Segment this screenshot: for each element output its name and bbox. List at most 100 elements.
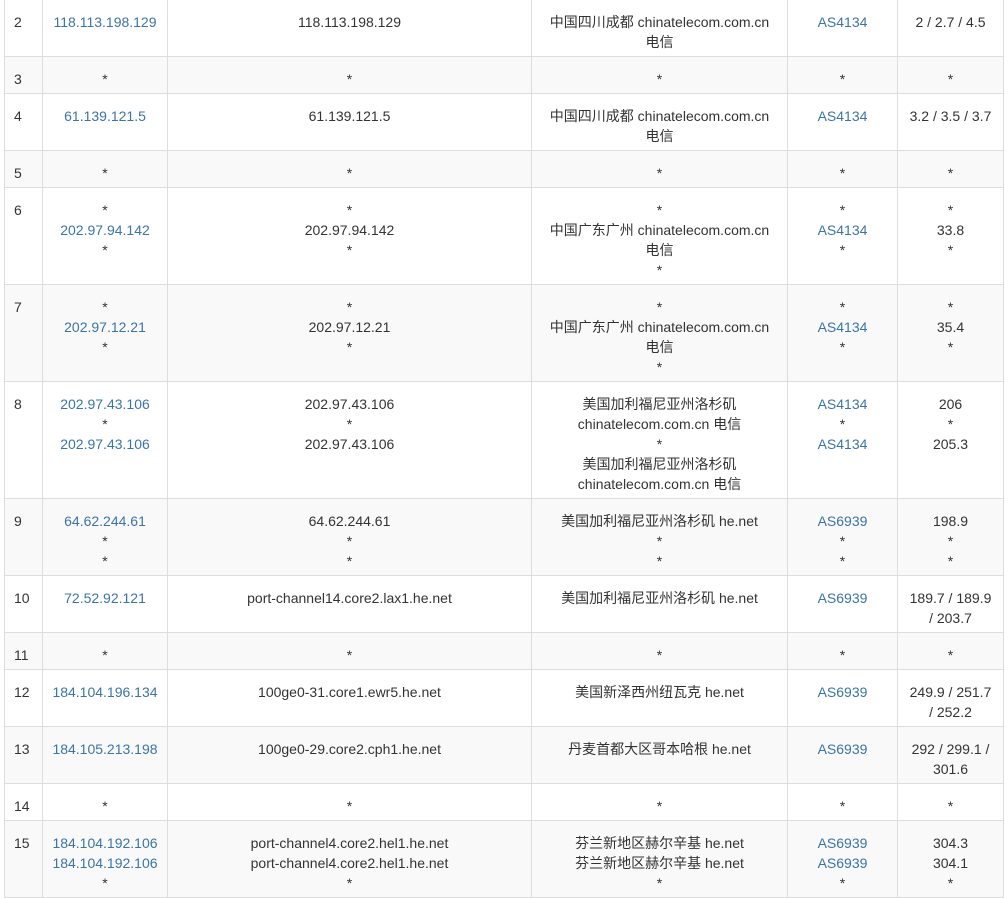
no-response-marker: *	[656, 262, 663, 278]
no-response-marker: *	[102, 242, 108, 258]
hostname-cell: *	[167, 632, 532, 670]
hop-number-cell: 13	[4, 726, 43, 784]
latency-cell: 206 * 205.3	[897, 381, 1004, 499]
latency-text: 304.3	[932, 835, 969, 851]
hostname-cell: port-channel14.core2.lax1.he.net	[167, 575, 532, 633]
ip-address-link[interactable]: 184.104.192.106	[49, 853, 161, 873]
ip-address-link[interactable]: 202.97.43.106	[49, 434, 161, 454]
hostname-text: 202.97.94.142	[304, 222, 395, 238]
location-text: 美国加利福尼亚州洛杉矶	[582, 456, 737, 472]
location-text: 美国加利福尼亚州洛杉矶	[582, 396, 737, 412]
location-text: 美国加利福尼亚州洛杉矶 he.net	[561, 513, 758, 529]
asn-cell: AS4134	[787, 0, 898, 57]
asn-link[interactable]: AS6939	[794, 853, 891, 873]
no-response-marker: *	[947, 339, 954, 355]
ip-address-link[interactable]: 64.62.244.61	[49, 511, 161, 531]
no-response-marker: *	[656, 71, 663, 87]
no-response-marker: *	[947, 71, 954, 87]
latency-text: / 252.2	[929, 704, 972, 720]
asn-link[interactable]: AS4134	[794, 434, 891, 454]
hostname-text: 64.62.244.61	[308, 513, 391, 529]
latency-text: 3.2 / 3.5 / 3.7	[909, 108, 992, 124]
no-response-marker: *	[839, 339, 846, 355]
asn-cell: * AS4134 *	[787, 284, 898, 382]
asn-link[interactable]: AS4134	[794, 106, 891, 126]
hostname-cell: 64.62.244.61 * *	[167, 498, 532, 576]
no-response-marker: *	[102, 533, 108, 549]
hostname-cell: * 202.97.12.21 *	[167, 284, 532, 382]
no-response-marker: *	[947, 647, 954, 663]
no-response-marker: *	[947, 165, 954, 181]
ip-address-link[interactable]: 184.105.213.198	[49, 739, 161, 759]
hop-number-cell: 10	[4, 575, 43, 633]
ip-address-link[interactable]: 72.52.92.121	[49, 588, 161, 608]
ip-address-link[interactable]: 61.139.121.5	[49, 106, 161, 126]
latency-text: 189.7 / 189.9	[909, 590, 992, 606]
ip-address-link[interactable]: 202.97.12.21	[49, 317, 161, 337]
latency-cell: 189.7 / 189.9 / 203.7	[897, 575, 1004, 633]
no-response-marker: *	[102, 165, 108, 181]
asn-link[interactable]: AS4134	[794, 220, 891, 240]
ip-cell: 72.52.92.121	[42, 575, 168, 633]
latency-text: 205.3	[932, 436, 969, 452]
table-row: 6 * 202.97.94.142 * * 202.97.94.142 * * 中国广东广州 c…	[4, 187, 1004, 285]
no-response-marker: *	[102, 416, 108, 432]
asn-link[interactable]: AS6939	[794, 739, 891, 759]
asn-cell: *	[787, 56, 898, 94]
location-cell: *	[531, 150, 788, 188]
no-response-marker: *	[102, 553, 108, 569]
no-response-marker: *	[346, 553, 353, 569]
no-response-marker: *	[656, 202, 663, 218]
asn-cell: * AS4134 *	[787, 187, 898, 285]
no-response-marker: *	[656, 359, 663, 375]
ip-cell: *	[42, 783, 168, 821]
ip-address-link[interactable]: 202.97.43.106	[49, 394, 161, 414]
hop-number-cell: 15	[4, 820, 43, 898]
ip-address-link[interactable]: 118.113.198.129	[49, 12, 161, 32]
table-row: 3 * * * * *	[4, 56, 1004, 94]
no-response-marker: *	[839, 533, 846, 549]
ip-address-link[interactable]: 184.104.192.106	[49, 833, 161, 853]
no-response-marker: *	[346, 416, 353, 432]
no-response-marker: *	[102, 299, 108, 315]
location-text: 丹麦首都大区哥本哈根 he.net	[568, 741, 751, 757]
location-cell: 芬兰新地区赫尔辛基 he.net 芬兰新地区赫尔辛基 he.net *	[531, 820, 788, 898]
asn-link[interactable]: AS6939	[794, 511, 891, 531]
asn-link[interactable]: AS6939	[794, 833, 891, 853]
ip-cell: 64.62.244.61 * *	[42, 498, 168, 576]
asn-link[interactable]: AS6939	[794, 682, 891, 702]
asn-link[interactable]: AS4134	[794, 317, 891, 337]
no-response-marker: *	[839, 165, 846, 181]
hostname-cell: port-channel4.core2.hel1.he.net port-chan…	[167, 820, 532, 898]
no-response-marker: *	[947, 242, 954, 258]
no-response-marker: *	[839, 299, 846, 315]
location-text: chinatelecom.com.cn 电信	[577, 416, 742, 432]
table-row: 15 184.104.192.106 184.104.192.106 * port-ch…	[4, 820, 1004, 898]
no-response-marker: *	[839, 553, 846, 569]
latency-text: 198.9	[932, 513, 969, 529]
asn-cell: *	[787, 783, 898, 821]
latency-cell: 198.9 * *	[897, 498, 1004, 576]
ip-address-link[interactable]: 202.97.94.142	[49, 220, 161, 240]
table-row: 11 * * * * *	[4, 632, 1004, 670]
hostname-text: 202.97.43.106	[304, 396, 395, 412]
hostname-text: 100ge0-29.core2.cph1.he.net	[258, 741, 441, 757]
asn-link[interactable]: AS4134	[794, 12, 891, 32]
no-response-marker: *	[346, 339, 353, 355]
no-response-marker: *	[947, 416, 954, 432]
location-text: 美国新泽西州纽瓦克 he.net	[575, 684, 744, 700]
table-row: 2 118.113.198.129 118.113.198.129 中国四川成都 ch…	[4, 0, 1004, 57]
latency-text: 2 / 2.7 / 4.5	[915, 14, 986, 30]
hop-number-cell: 5	[4, 150, 43, 188]
location-text: 电信	[645, 339, 674, 355]
ip-cell: * 202.97.12.21 *	[42, 284, 168, 382]
asn-cell: AS4134	[787, 93, 898, 151]
no-response-marker: *	[346, 647, 353, 663]
asn-link[interactable]: AS4134	[794, 394, 891, 414]
asn-link[interactable]: AS6939	[794, 588, 891, 608]
table-row: 14 * * * * *	[4, 783, 1004, 821]
location-text: chinatelecom.com.cn 电信	[577, 476, 742, 492]
no-response-marker: *	[346, 202, 353, 218]
ip-address-link[interactable]: 184.104.196.134	[49, 682, 161, 702]
table-row: 9 64.62.244.61 * * 64.62.244.61 * * 美国加利福尼亚州洛杉矶…	[4, 498, 1004, 576]
